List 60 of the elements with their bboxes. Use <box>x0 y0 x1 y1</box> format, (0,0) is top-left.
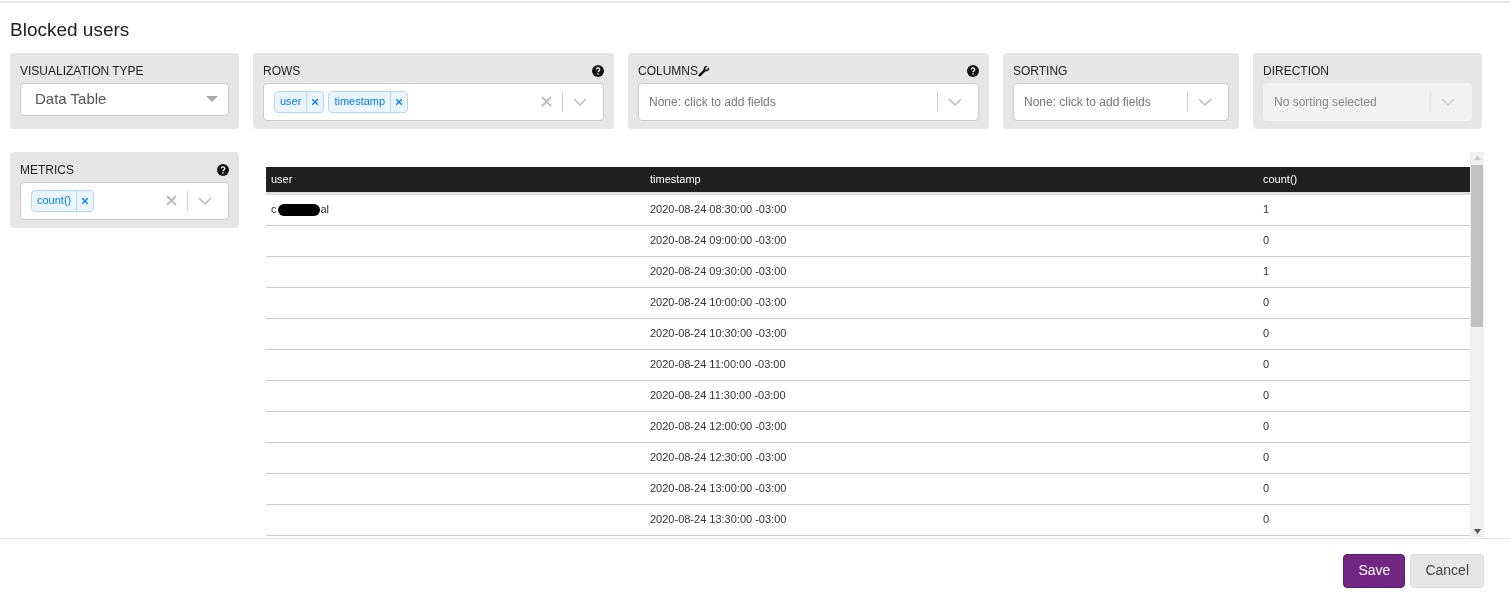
multi-select-field[interactable]: count() <box>20 181 229 220</box>
page-title: Blocked users <box>10 18 131 42</box>
tag[interactable]: timestamp <box>328 90 409 113</box>
chevron-down-icon[interactable] <box>948 97 962 106</box>
table-cell: 2020-08-24 09:30:00 -03:00 <box>650 265 787 278</box>
table-cell: 0 <box>1263 296 1270 309</box>
help-icon[interactable] <box>967 64 979 77</box>
table-cell: 1 <box>1263 203 1270 216</box>
table-cell: 0 <box>1263 234 1270 247</box>
tag[interactable]: count() <box>31 189 95 212</box>
clear-icon[interactable] <box>166 195 177 206</box>
caret-down-icon <box>206 96 218 102</box>
multi-select-field[interactable]: None: click to add fields <box>1013 82 1229 121</box>
column-header[interactable]: user <box>266 170 645 188</box>
clear-icon[interactable] <box>541 96 552 107</box>
tag[interactable]: user <box>274 90 325 113</box>
select-field[interactable]: Data Table <box>20 82 229 116</box>
placeholder: None: click to add fields <box>649 93 776 111</box>
scroll-up-icon[interactable] <box>1473 154 1481 160</box>
table-cell: 2020-08-24 13:30:00 -03:00 <box>650 513 787 526</box>
table-cell: 0 <box>1263 451 1270 464</box>
table-cell: 2020-08-24 08:30:00 -03:00 <box>650 203 787 216</box>
table-cell: 0 <box>1263 420 1270 433</box>
column-header[interactable]: count() <box>1258 170 1470 188</box>
table-cell: 0 <box>1263 482 1270 495</box>
table-cell: 1 <box>1263 265 1270 278</box>
help-icon[interactable] <box>592 64 604 77</box>
column-header[interactable]: timestamp <box>645 170 1258 188</box>
panel-label: SORTING <box>1013 62 1068 80</box>
chevron-down-icon[interactable] <box>573 97 587 106</box>
table-cell: 2020-08-24 13:00:00 -03:00 <box>650 482 787 495</box>
table-cell: 0 <box>1263 513 1270 526</box>
wrench-icon[interactable] <box>698 64 710 77</box>
chevron-down-icon[interactable] <box>1198 97 1212 106</box>
table-cell: 2020-08-24 10:00:00 -03:00 <box>650 296 787 309</box>
scrollbar[interactable] <box>1470 151 1484 537</box>
panel-label: COLUMNS <box>638 62 698 80</box>
placeholder: None: click to add fields <box>1024 93 1151 111</box>
help-icon[interactable] <box>217 163 229 176</box>
multi-select-field[interactable]: user timestamp <box>263 82 604 121</box>
table-cell: 2020-08-24 12:00:00 -03:00 <box>650 420 787 433</box>
panel-label: DIRECTION <box>1263 62 1329 80</box>
chevron-down-icon[interactable] <box>198 196 212 205</box>
table-cell: 0 <box>1263 358 1270 371</box>
multi-select-field[interactable]: None: click to add fields <box>638 82 979 121</box>
panel-label: VISUALIZATION TYPE <box>20 62 144 80</box>
panel-label: ROWS <box>263 62 301 80</box>
table-cell: 2020-08-24 11:30:00 -03:00 <box>650 389 786 402</box>
table-cell: 0 <box>1263 389 1270 402</box>
table-cell: 2020-08-24 11:00:00 -03:00 <box>650 358 786 371</box>
table-cell-text: c al <box>271 202 330 218</box>
scroll-down-icon[interactable] <box>1473 528 1481 534</box>
table-cell: 2020-08-24 12:30:00 -03:00 <box>650 451 787 464</box>
save-button[interactable]: Save <box>1343 553 1406 588</box>
placeholder: No sorting selected <box>1274 93 1377 111</box>
cancel-button[interactable]: Cancel <box>1410 553 1484 588</box>
panel-label: METRICS <box>20 161 74 179</box>
table-cell: 2020-08-24 09:00:00 -03:00 <box>650 234 787 247</box>
table-cell: 2020-08-24 10:30:00 -03:00 <box>650 327 787 340</box>
table-cell: 0 <box>1263 327 1270 340</box>
